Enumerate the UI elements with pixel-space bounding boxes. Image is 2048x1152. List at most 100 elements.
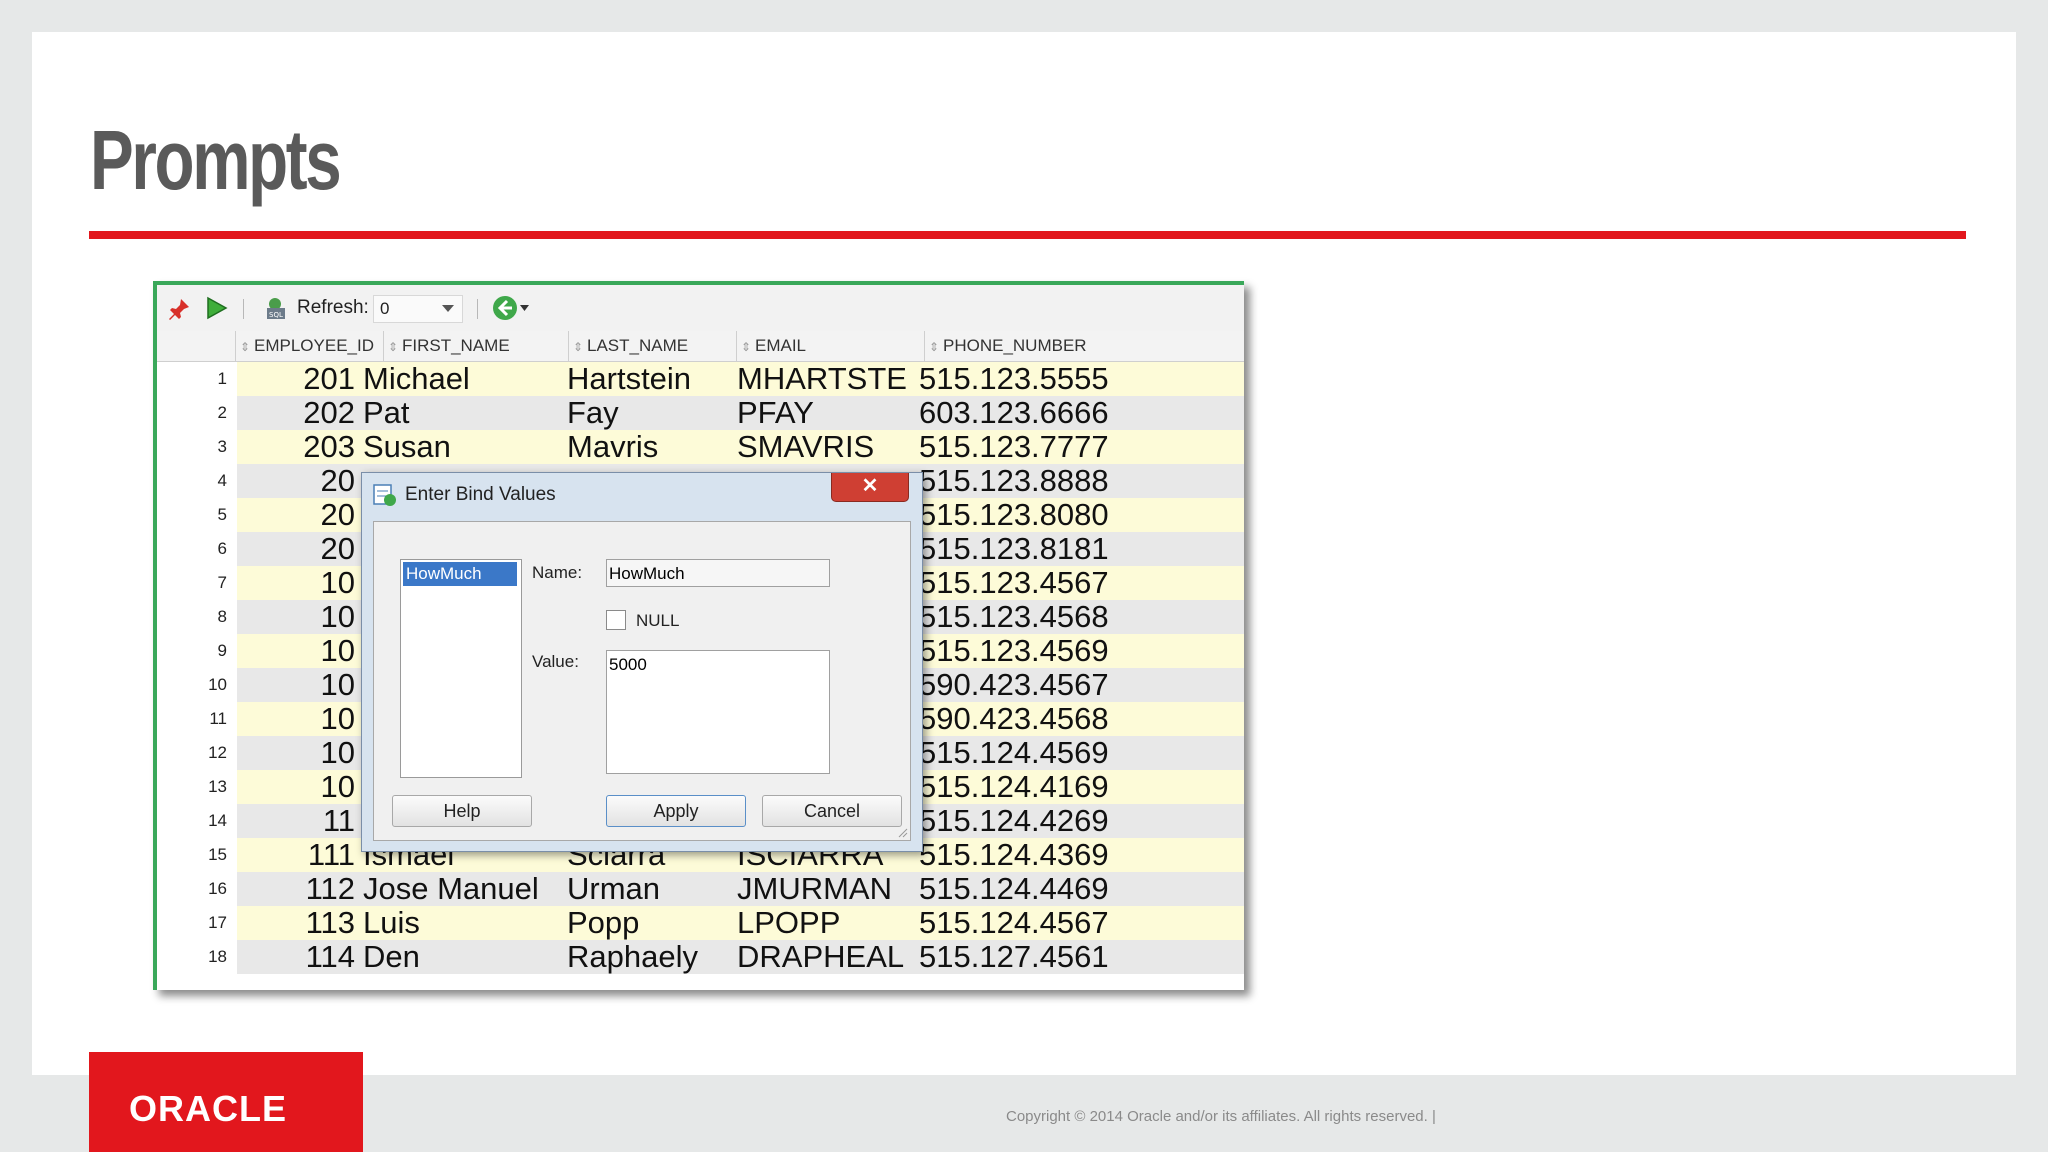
refresh-select[interactable]: 0 xyxy=(373,295,463,323)
row-number: 15 xyxy=(157,838,235,872)
sql-icon[interactable]: SQL xyxy=(263,295,289,321)
run-icon[interactable] xyxy=(203,295,229,321)
cell-email[interactable]: LPOPP xyxy=(737,906,925,940)
cell-id[interactable]: 20 xyxy=(237,532,355,566)
cell-phone[interactable]: 515.123.5555 xyxy=(919,362,1219,396)
cell-last[interactable]: Raphaely xyxy=(567,940,735,974)
pin-icon[interactable] xyxy=(167,297,191,321)
sort-icon: ⇕ xyxy=(573,340,584,354)
cell-email[interactable]: PFAY xyxy=(737,396,925,430)
cell-first[interactable]: Den xyxy=(363,940,548,974)
svg-text:SQL: SQL xyxy=(269,311,283,319)
table-row[interactable]: 2 202 Pat Fay PFAY 603.123.6666 xyxy=(157,396,1244,430)
cell-phone[interactable]: 515.124.4269 xyxy=(919,804,1219,838)
cell-id[interactable]: 10 xyxy=(237,702,355,736)
null-checkbox[interactable] xyxy=(606,610,626,630)
cell-id[interactable]: 10 xyxy=(237,736,355,770)
cell-last[interactable]: Hartstein xyxy=(567,362,735,396)
back-icon[interactable] xyxy=(492,295,518,321)
apply-button[interactable]: Apply xyxy=(606,795,746,827)
title-rule xyxy=(89,231,1966,239)
cell-first[interactable]: Michael xyxy=(363,362,548,396)
value-textarea[interactable]: 5000 xyxy=(606,650,830,774)
cell-last[interactable]: Fay xyxy=(567,396,735,430)
cell-phone[interactable]: 515.124.4369 xyxy=(919,838,1219,872)
cell-phone[interactable]: 515.123.8181 xyxy=(919,532,1219,566)
cell-id[interactable]: 10 xyxy=(237,668,355,702)
cell-first[interactable]: Jose Manuel xyxy=(363,872,548,906)
cell-phone[interactable]: 515.124.4469 xyxy=(919,872,1219,906)
cell-id[interactable]: 10 xyxy=(237,600,355,634)
cell-last[interactable]: Popp xyxy=(567,906,735,940)
row-cells: 201 Michael Hartstein MHARTSTE 515.123.5555 xyxy=(237,362,1244,396)
cell-id[interactable]: 113 xyxy=(237,906,355,940)
cell-id[interactable]: 10 xyxy=(237,770,355,804)
cell-phone[interactable]: 515.123.4569 xyxy=(919,634,1219,668)
row-number: 12 xyxy=(157,736,235,770)
table-row[interactable]: 1 201 Michael Hartstein MHARTSTE 515.123.5555 xyxy=(157,362,1244,396)
table-row[interactable]: 17 113 Luis Popp LPOPP 515.124.4567 xyxy=(157,906,1244,940)
cell-id[interactable]: 20 xyxy=(237,464,355,498)
table-row[interactable]: 3 203 Susan Mavris SMAVRIS 515.123.7777 xyxy=(157,430,1244,464)
column-header-first-name[interactable]: ⇕ FIRST_NAME xyxy=(383,331,573,361)
row-number: 7 xyxy=(157,566,235,600)
cell-phone[interactable]: 590.423.4568 xyxy=(919,702,1219,736)
bind-values-icon xyxy=(373,484,396,506)
cell-id[interactable]: 10 xyxy=(237,566,355,600)
cell-first[interactable]: Pat xyxy=(363,396,548,430)
cell-last[interactable]: Urman xyxy=(567,872,735,906)
column-header-employee-id[interactable]: ⇕ EMPLOYEE_ID xyxy=(235,331,388,361)
name-field[interactable]: HowMuch xyxy=(606,559,830,587)
cell-phone[interactable]: 515.123.4568 xyxy=(919,600,1219,634)
close-button[interactable]: ✕ xyxy=(831,473,909,502)
enter-bind-values-dialog: Enter Bind Values ✕ HowMuch Name: HowMuc… xyxy=(361,472,923,852)
toolbar-separator xyxy=(477,299,478,319)
cell-id[interactable]: 10 xyxy=(237,634,355,668)
resize-grip-icon[interactable] xyxy=(896,826,908,838)
cell-id[interactable]: 111 xyxy=(237,838,355,872)
cell-phone[interactable]: 515.123.8888 xyxy=(919,464,1219,498)
toolbar: SQL Refresh: 0 xyxy=(157,285,1244,331)
cell-phone[interactable]: 515.124.4569 xyxy=(919,736,1219,770)
row-number: 5 xyxy=(157,498,235,532)
cell-id[interactable]: 201 xyxy=(237,362,355,396)
cell-phone[interactable]: 515.124.4169 xyxy=(919,770,1219,804)
cell-email[interactable]: DRAPHEAL xyxy=(737,940,925,974)
row-number: 13 xyxy=(157,770,235,804)
cell-first[interactable]: Susan xyxy=(363,430,548,464)
table-row[interactable]: 16 112 Jose Manuel Urman JMURMAN 515.124.4469 xyxy=(157,872,1244,906)
row-number: 1 xyxy=(157,362,235,396)
cell-phone[interactable]: 515.123.8080 xyxy=(919,498,1219,532)
table-row[interactable]: 18 114 Den Raphaely DRAPHEAL 515.127.4561 xyxy=(157,940,1244,974)
row-number: 8 xyxy=(157,600,235,634)
cell-phone[interactable]: 515.123.7777 xyxy=(919,430,1219,464)
help-button[interactable]: Help xyxy=(392,795,532,827)
cell-email[interactable]: SMAVRIS xyxy=(737,430,925,464)
cell-id[interactable]: 112 xyxy=(237,872,355,906)
column-header-phone-number[interactable]: ⇕ PHONE_NUMBER xyxy=(924,331,1229,361)
cancel-button[interactable]: Cancel xyxy=(762,795,902,827)
bind-list-item[interactable]: HowMuch xyxy=(403,562,517,586)
cell-id[interactable]: 202 xyxy=(237,396,355,430)
dropdown-arrow-icon[interactable] xyxy=(520,305,529,311)
cell-email[interactable]: JMURMAN xyxy=(737,872,925,906)
cell-id[interactable]: 11 xyxy=(237,804,355,838)
column-header-last-name[interactable]: ⇕ LAST_NAME xyxy=(568,331,741,361)
row-number: 10 xyxy=(157,668,235,702)
cell-phone[interactable]: 603.123.6666 xyxy=(919,396,1219,430)
cell-email[interactable]: MHARTSTE xyxy=(737,362,925,396)
cell-first[interactable]: Luis xyxy=(363,906,548,940)
sort-icon: ⇕ xyxy=(741,340,752,354)
bind-variable-list[interactable]: HowMuch xyxy=(400,559,522,778)
cell-phone[interactable]: 515.123.4567 xyxy=(919,566,1219,600)
cell-id[interactable]: 203 xyxy=(237,430,355,464)
cell-phone[interactable]: 515.124.4567 xyxy=(919,906,1219,940)
row-number: 14 xyxy=(157,804,235,838)
cell-phone[interactable]: 590.423.4567 xyxy=(919,668,1219,702)
refresh-label: Refresh: xyxy=(297,297,369,318)
cell-phone[interactable]: 515.127.4561 xyxy=(919,940,1219,974)
cell-last[interactable]: Mavris xyxy=(567,430,735,464)
column-header-email[interactable]: ⇕ EMAIL xyxy=(736,331,929,361)
cell-id[interactable]: 20 xyxy=(237,498,355,532)
cell-id[interactable]: 114 xyxy=(237,940,355,974)
